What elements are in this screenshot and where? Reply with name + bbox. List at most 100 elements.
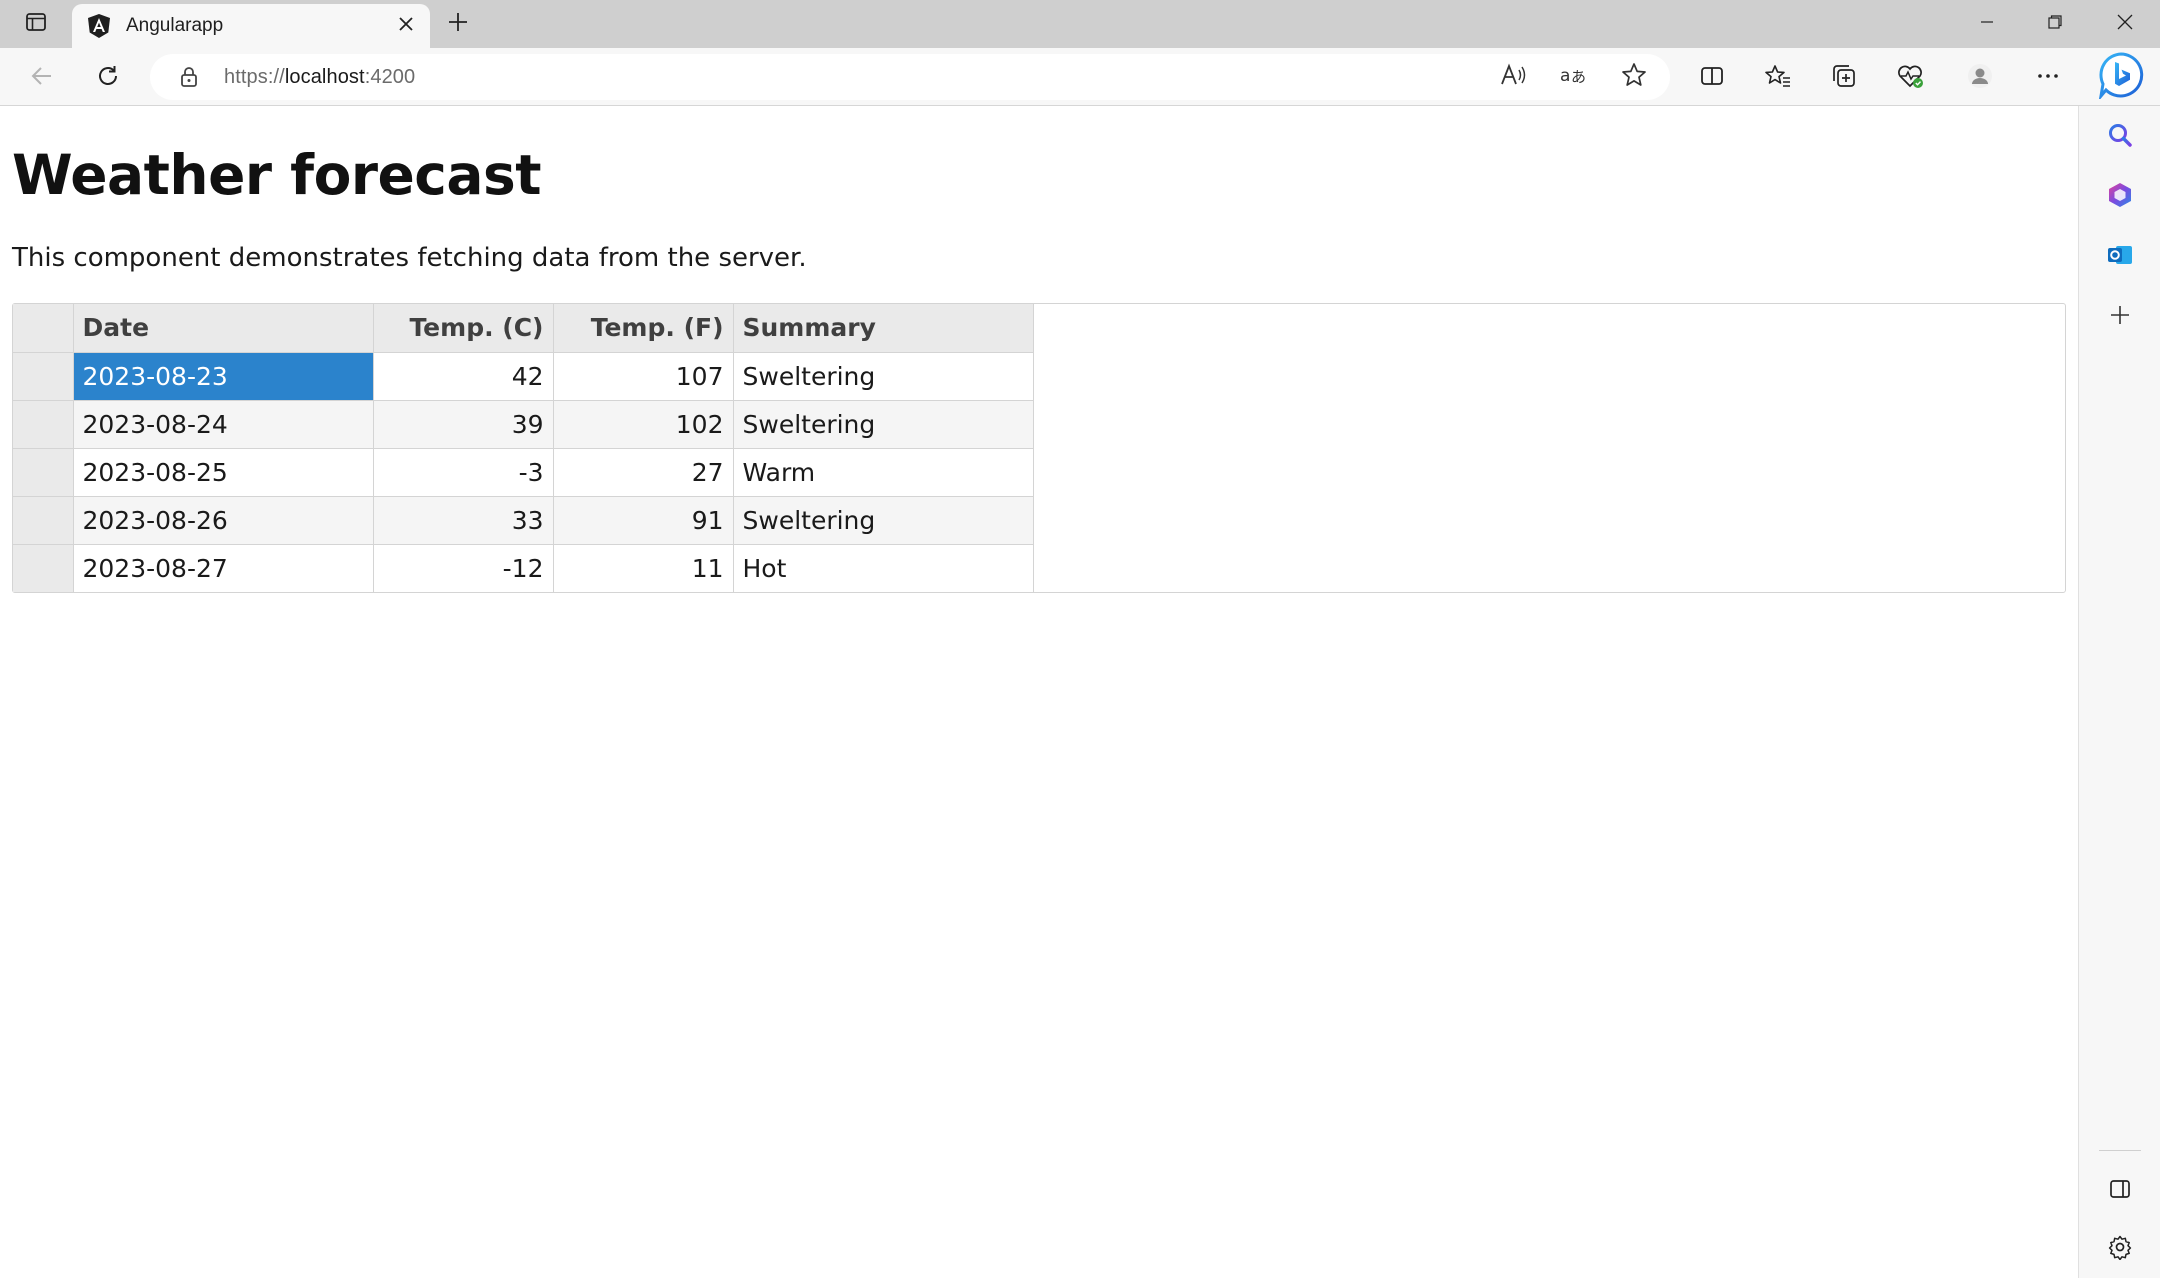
browser-essentials-button[interactable] xyxy=(1888,56,1932,100)
restore-button[interactable] xyxy=(2022,0,2088,48)
outlook-icon xyxy=(2106,241,2134,274)
read-aloud-button[interactable] xyxy=(1494,57,1534,97)
temp-f-cell[interactable]: 102 xyxy=(552,399,734,449)
search-icon xyxy=(2106,121,2134,154)
url-port: :4200 xyxy=(364,65,416,88)
close-window-icon xyxy=(2116,13,2134,36)
collections-button[interactable] xyxy=(1822,56,1866,100)
summary-cell[interactable]: Sweltering xyxy=(732,495,1034,545)
sidebar-divider xyxy=(2099,1150,2141,1151)
lock-icon[interactable] xyxy=(174,62,204,92)
temp-c-cell[interactable]: 42 xyxy=(372,351,554,401)
page-title: Weather forecast xyxy=(12,143,542,207)
sidebar-outlook-button[interactable] xyxy=(2097,234,2143,280)
summary-cell[interactable]: Warm xyxy=(732,447,1034,497)
edge-sidebar xyxy=(2078,106,2160,1278)
translate-button[interactable]: aあ xyxy=(1554,57,1594,97)
date-cell[interactable]: 2023-08-27 xyxy=(72,543,374,592)
settings-icon xyxy=(2107,1234,2133,1265)
office-icon xyxy=(2106,181,2134,214)
translate-icon: aあ xyxy=(1559,62,1589,93)
temp-c-cell[interactable]: -12 xyxy=(372,543,554,592)
split-screen-button[interactable] xyxy=(1690,56,1734,100)
browser-essentials-icon xyxy=(1895,62,1925,95)
new-tab-button[interactable] xyxy=(438,6,478,42)
weather-grid[interactable]: Date Temp. (C) Temp. (F) Summary 2023-08… xyxy=(12,303,2066,593)
close-window-button[interactable] xyxy=(2092,0,2158,48)
back-icon xyxy=(29,63,55,94)
url-scheme: https:// xyxy=(224,65,285,88)
url-host: localhost xyxy=(284,65,365,88)
temp-f-cell[interactable]: 107 xyxy=(552,351,734,401)
favorites-icon xyxy=(1764,63,1792,94)
hide-sidebar-button[interactable] xyxy=(2097,1168,2143,1214)
header-row: Date Temp. (C) Temp. (F) Summary xyxy=(13,304,1034,353)
temp-f-cell[interactable]: 27 xyxy=(552,447,734,497)
table-row: 2023-08-27 -12 11 Hot xyxy=(13,543,1034,592)
angular-logo-icon xyxy=(86,13,112,39)
temp-f-cell[interactable]: 91 xyxy=(552,495,734,545)
favorite-button[interactable] xyxy=(1614,57,1654,97)
row-header-cell[interactable] xyxy=(13,399,74,449)
date-cell[interactable]: 2023-08-25 xyxy=(72,447,374,497)
date-cell[interactable]: 2023-08-24 xyxy=(72,399,374,449)
sidebar-office-button[interactable] xyxy=(2097,174,2143,220)
summary-cell[interactable]: Sweltering xyxy=(732,399,1034,449)
favorites-button[interactable] xyxy=(1756,56,1800,100)
column-header-temp-f[interactable]: Temp. (F) xyxy=(552,304,734,353)
title-bar: Angularapp xyxy=(0,0,2160,48)
table-row: 2023-08-26 33 91 Sweltering xyxy=(13,495,1034,545)
minimize-button[interactable] xyxy=(1954,0,2020,48)
row-header-cell[interactable] xyxy=(13,351,74,401)
summary-cell[interactable]: Sweltering xyxy=(732,351,1034,401)
tab-actions-button[interactable] xyxy=(14,6,58,42)
temp-c-cell[interactable]: -3 xyxy=(372,447,554,497)
row-header-cell[interactable] xyxy=(13,543,74,592)
temp-c-cell[interactable]: 33 xyxy=(372,495,554,545)
address-bar[interactable]: https://localhost:4200 aあ xyxy=(150,54,1670,100)
split-screen-icon xyxy=(1699,63,1725,94)
summary-cell[interactable]: Hot xyxy=(732,543,1034,592)
bing-copilot-button[interactable] xyxy=(2096,51,2146,104)
collections-icon xyxy=(1830,62,1858,95)
svg-text:a: a xyxy=(1560,66,1570,86)
browser-toolbar: https://localhost:4200 aあ xyxy=(0,48,2160,106)
profile-button[interactable] xyxy=(1958,56,2002,100)
more-button[interactable] xyxy=(2026,56,2070,100)
corner-header-cell[interactable] xyxy=(13,304,74,353)
sidebar-search-button[interactable] xyxy=(2097,114,2143,160)
table-row: 2023-08-23 42 107 Sweltering xyxy=(13,351,1034,401)
back-button[interactable] xyxy=(20,56,64,100)
date-cell[interactable]: 2023-08-23 xyxy=(72,351,374,401)
read-aloud-icon xyxy=(1499,62,1529,93)
column-header-date[interactable]: Date xyxy=(72,304,374,353)
row-header-cell[interactable] xyxy=(13,447,74,497)
tab-actions-icon xyxy=(24,10,48,39)
refresh-button[interactable] xyxy=(86,56,130,100)
temp-f-cell[interactable]: 11 xyxy=(552,543,734,592)
more-icon xyxy=(2035,63,2061,94)
close-tab-button[interactable] xyxy=(388,8,424,44)
temp-c-cell[interactable]: 39 xyxy=(372,399,554,449)
url-text[interactable]: https://localhost:4200 xyxy=(224,66,415,89)
column-header-summary[interactable]: Summary xyxy=(732,304,1034,353)
restore-icon xyxy=(2047,14,2063,35)
favorite-star-icon xyxy=(1620,61,1648,94)
bing-copilot-icon xyxy=(2097,51,2145,104)
weather-table: Date Temp. (C) Temp. (F) Summary 2023-08… xyxy=(13,304,1034,592)
close-icon xyxy=(397,15,415,38)
table-row: 2023-08-25 -3 27 Warm xyxy=(13,447,1034,497)
tab-title: Angularapp xyxy=(126,15,224,36)
plus-icon xyxy=(446,10,470,39)
sidebar-settings-button[interactable] xyxy=(2097,1226,2143,1272)
sidebar-add-button[interactable] xyxy=(2097,294,2143,340)
table-row: 2023-08-24 39 102 Sweltering xyxy=(13,399,1034,449)
profile-icon xyxy=(1966,62,1994,95)
browser-tab[interactable]: Angularapp xyxy=(72,4,430,48)
column-header-temp-c[interactable]: Temp. (C) xyxy=(372,304,554,353)
refresh-icon xyxy=(95,63,121,94)
hide-sidebar-icon xyxy=(2108,1177,2132,1206)
date-cell[interactable]: 2023-08-26 xyxy=(72,495,374,545)
page-description: This component demonstrates fetching dat… xyxy=(12,243,807,273)
row-header-cell[interactable] xyxy=(13,495,74,545)
